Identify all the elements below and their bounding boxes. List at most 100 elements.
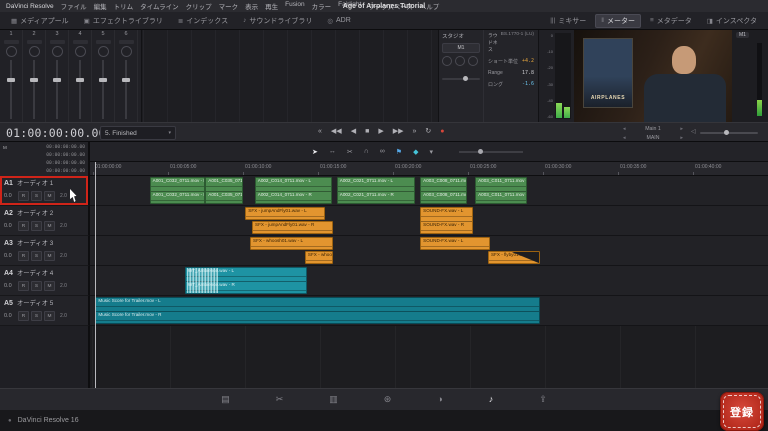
monitor-knobs[interactable] — [442, 56, 480, 66]
audio-clip[interactable]: A001_C035_0711.mov - LA001_C035_0711.mov… — [205, 177, 243, 204]
track-s-button[interactable]: S — [31, 251, 42, 261]
track-m-button[interactable]: M — [44, 281, 55, 291]
pan-knob[interactable] — [52, 46, 63, 57]
menu-item[interactable]: 編集 — [94, 1, 107, 11]
tab-adr[interactable]: ◎ADR — [321, 15, 356, 27]
volume-handle[interactable] — [724, 130, 729, 135]
fast-rewind-button[interactable]: ◀◀ — [331, 125, 342, 139]
audio-clip[interactable]: A002_C014_0711.mov - LA002_C014_0711.mov… — [255, 177, 332, 204]
marker-button[interactable]: ◆ — [413, 148, 418, 156]
menu-item[interactable]: 表示 — [245, 1, 258, 11]
fader-handle[interactable] — [53, 78, 61, 82]
track-r-button[interactable]: R — [18, 221, 29, 231]
pan-knob[interactable] — [6, 46, 17, 57]
marker-color-dropdown[interactable]: ▾ — [429, 148, 433, 156]
monitor-level-slider[interactable] — [442, 78, 480, 80]
loop-button[interactable]: ↻ — [425, 125, 431, 139]
fader-handle[interactable] — [99, 78, 107, 82]
track-m-button[interactable]: M — [44, 191, 55, 201]
menu-item[interactable]: ワークスペース — [368, 1, 413, 11]
menu-item[interactable]: 再生 — [265, 1, 278, 11]
track-s-button[interactable]: S — [31, 311, 42, 321]
snap-toggle[interactable]: ∩ — [364, 148, 369, 156]
channel-fader[interactable] — [56, 60, 58, 119]
track-m-button[interactable]: M — [44, 311, 55, 321]
pan-knob[interactable] — [75, 46, 86, 57]
link-toggle[interactable]: ∞ — [380, 148, 385, 156]
tab-metadata[interactable]: ≡メタデータ — [644, 14, 698, 28]
arrow-left-icon[interactable]: ◄ — [622, 135, 626, 140]
play-reverse-button[interactable]: ◀ — [351, 125, 356, 139]
audio-clip[interactable]: SFX - whoosh01.wav - L — [250, 237, 333, 250]
monitor-output-a[interactable]: ◄Main 1► — [622, 124, 684, 133]
track-r-button[interactable]: R — [18, 191, 29, 201]
tab-mixer[interactable]: |||ミキサー — [544, 14, 592, 28]
mixer-strip[interactable]: 4 — [69, 30, 92, 122]
monitor-volume-slider[interactable]: ◁ — [700, 132, 758, 134]
knob-icon[interactable] — [455, 56, 465, 66]
fast-forward-button[interactable]: ▶▶ — [393, 125, 404, 139]
record-button[interactable]: ● — [440, 125, 444, 139]
channel-fader[interactable] — [33, 60, 35, 119]
jump-start-button[interactable]: « — [318, 125, 322, 139]
viewer[interactable]: AIRPLANES — [574, 30, 732, 122]
menu-item[interactable]: タイムライン — [140, 1, 179, 11]
audio-clip[interactable]: A003_C011_0711.mov - LA003_C011_0711.mov… — [475, 177, 527, 204]
tab-inspector[interactable]: ◨インスペクタ — [701, 14, 763, 28]
mixer-strip[interactable]: 3 — [46, 30, 69, 122]
pointer-tool[interactable]: ➤ — [312, 148, 318, 156]
tab-effects-library[interactable]: ▣エフェクトライブラリ — [78, 14, 169, 28]
track-header-a1[interactable]: A1オーディオ 10.0RSM2.0 — [0, 176, 90, 206]
channel-fader[interactable] — [79, 60, 81, 119]
audio-clip[interactable]: Music Score for Trailer.mov - LMusic Sco… — [95, 297, 540, 324]
tab-sound-library[interactable]: ♪サウンドライブラリ — [237, 14, 318, 28]
track-s-button[interactable]: S — [31, 191, 42, 201]
menu-item[interactable]: カラー — [312, 1, 332, 11]
menu-item[interactable]: トリム — [114, 1, 134, 11]
menu-item[interactable]: ファイル — [61, 1, 87, 11]
mixer-strip[interactable]: 6 — [115, 30, 138, 122]
app-menu[interactable]: DaVinci Resolve — [6, 3, 54, 10]
arrow-right-icon[interactable]: ► — [680, 135, 684, 140]
track-header-a3[interactable]: A3オーディオ 30.0RSM2.0 — [0, 236, 90, 266]
knob-icon[interactable] — [442, 56, 452, 66]
track-r-button[interactable]: R — [18, 251, 29, 261]
tab-meters[interactable]: ‖メーター — [595, 14, 641, 28]
timeline-lanes[interactable]: A001_C032_0711.mov - LA001_C032_0711.mov… — [90, 176, 768, 388]
mixer-strip[interactable]: 1 — [0, 30, 23, 122]
audio-clip[interactable]: SFX - whoosh01.wav - R — [305, 251, 333, 264]
audio-clip[interactable]: A002_C021_0711.mov - LA002_C021_0711.mov… — [337, 177, 415, 204]
tab-index[interactable]: ≣インデックス — [172, 14, 234, 28]
page-edit[interactable]: ▥ — [329, 395, 338, 404]
audio-clip[interactable]: A001_C032_0711.mov - LA001_C032_0711.mov… — [150, 177, 205, 204]
page-fairlight[interactable]: ♪ — [489, 395, 494, 404]
zoom-handle[interactable] — [478, 149, 483, 154]
track-r-button[interactable]: R — [18, 281, 29, 291]
track-s-button[interactable]: S — [31, 221, 42, 231]
page-cut[interactable]: ✂ — [276, 395, 284, 404]
track-header-a5[interactable]: A5オーディオ 50.0RSM2.0 — [0, 296, 90, 326]
track-s-button[interactable]: S — [31, 281, 42, 291]
audio-clip[interactable]: SOUND-FX.wav - LSOUND-FX.wav - R — [420, 207, 473, 234]
channel-fader[interactable] — [125, 60, 127, 119]
audio-clip[interactable]: SFX - jumpAndFly01.wav - L — [245, 207, 325, 220]
slider-handle[interactable] — [463, 76, 468, 81]
menu-item[interactable]: Fusion — [285, 1, 305, 11]
channel-fader[interactable] — [10, 60, 12, 119]
playhead[interactable] — [95, 162, 96, 388]
timeline-selector[interactable]: 5. Finished ▾ — [100, 126, 176, 140]
mixer-strip[interactable]: 2 — [23, 30, 46, 122]
menu-item[interactable]: クリップ — [186, 1, 212, 11]
page-fusion[interactable]: ⊛ — [384, 395, 392, 404]
track-header-a4[interactable]: A4オーディオ 40.0RSM2.0 — [0, 266, 90, 296]
monitor-bus-selector[interactable]: M1 — [442, 43, 480, 53]
monitor-output-b[interactable]: ◄MAIN► — [622, 133, 684, 142]
fader-handle[interactable] — [122, 78, 130, 82]
arrow-left-icon[interactable]: ◄ — [622, 126, 626, 131]
pan-knob[interactable] — [121, 46, 132, 57]
zoom-slider[interactable] — [459, 151, 523, 153]
mixer-strip[interactable]: 5 — [92, 30, 115, 122]
razor-tool[interactable]: ✂ — [347, 148, 353, 156]
menu-item[interactable]: ヘルプ — [420, 1, 440, 11]
page-media[interactable]: ▤ — [221, 395, 230, 404]
